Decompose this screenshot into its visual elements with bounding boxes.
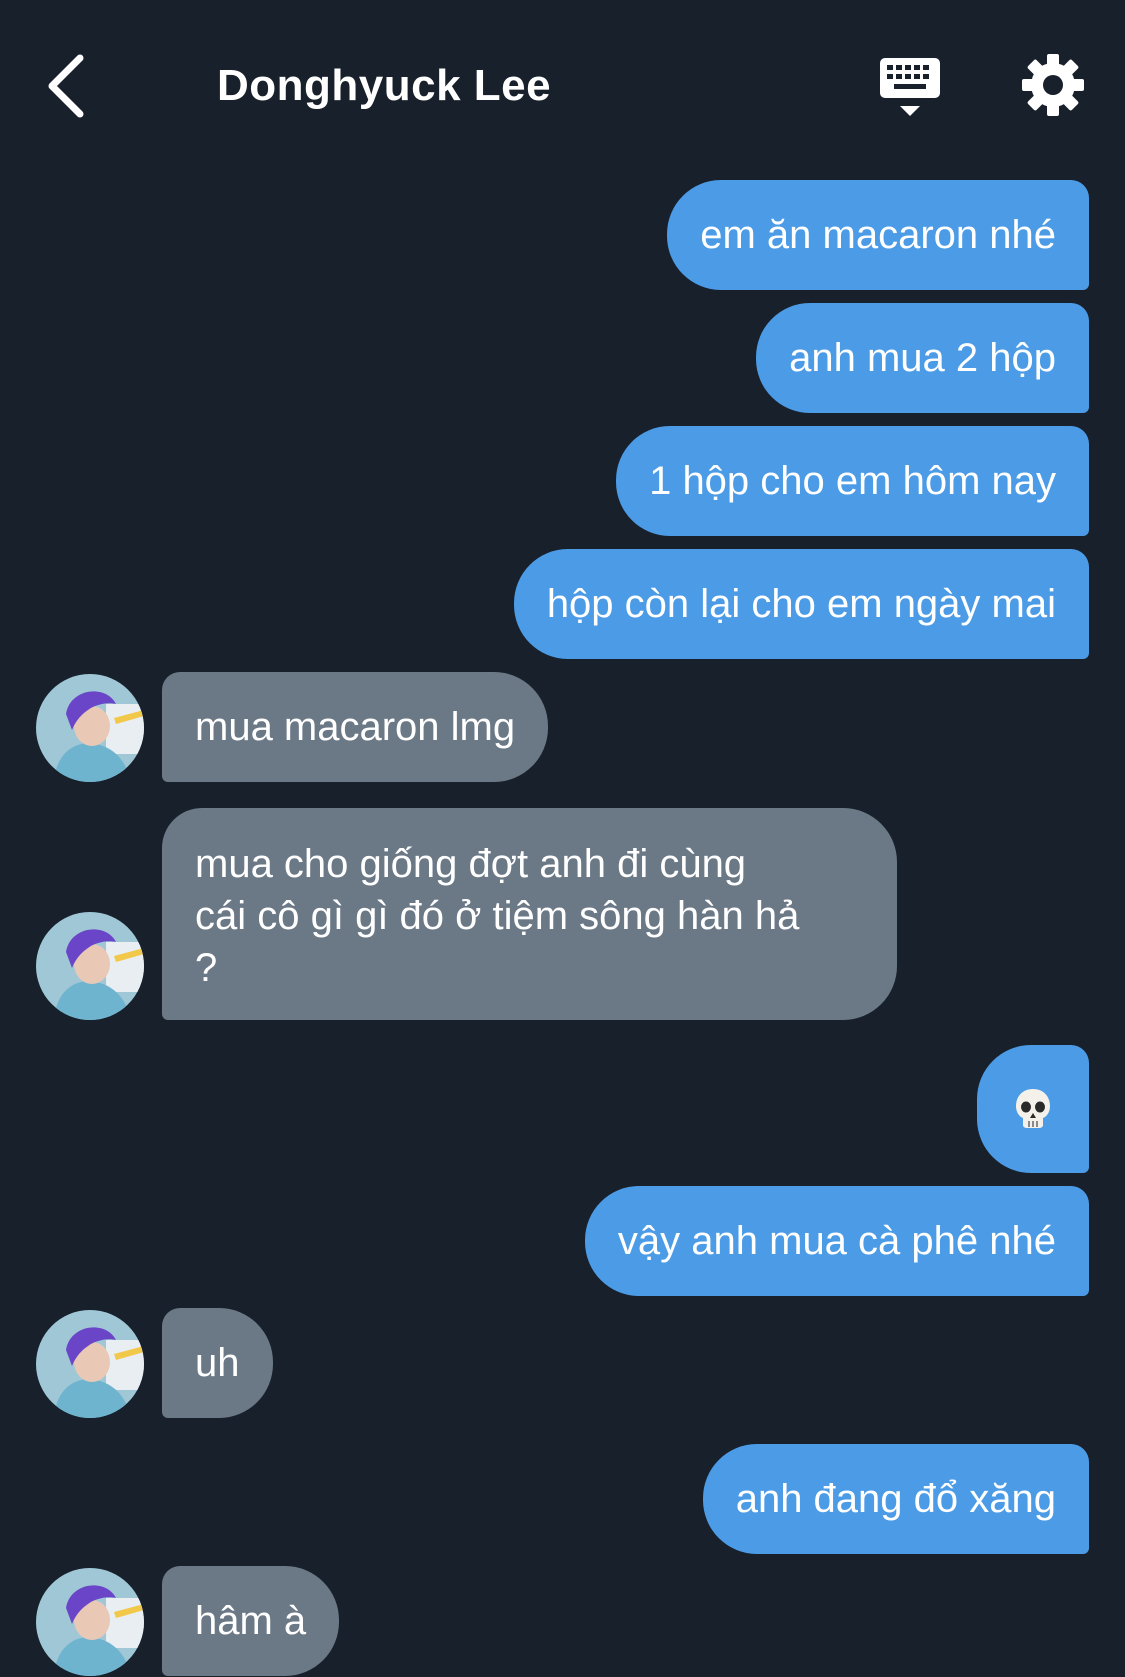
message-text: hâm à <box>195 1599 307 1643</box>
chat-header: Donghyuck Lee <box>0 0 1125 170</box>
received-message[interactable]: hâm à <box>162 1566 340 1676</box>
keyboard-icon <box>880 58 940 116</box>
received-message[interactable]: mua cho giống đợt anh đi cùng cái cô gì … <box>162 808 897 1020</box>
settings-button[interactable] <box>1020 52 1086 118</box>
message-text: mua macaron lmg <box>195 705 516 749</box>
contact-name: Donghyuck Lee <box>217 61 552 110</box>
message-text: anh đang đổ xăng <box>735 1477 1056 1521</box>
message-text: vậy anh mua cà phê nhé <box>617 1219 1056 1263</box>
message-text: 1 hộp cho em hôm nay <box>649 459 1056 503</box>
avatar-photo <box>36 674 144 782</box>
avatar[interactable] <box>36 1310 144 1418</box>
avatar[interactable] <box>36 912 144 1020</box>
sent-message[interactable]: anh đang đổ xăng <box>702 1444 1089 1554</box>
avatar[interactable] <box>36 1568 144 1676</box>
back-button[interactable] <box>40 50 100 122</box>
avatar-photo <box>36 912 144 1020</box>
received-message[interactable]: uh <box>162 1308 273 1418</box>
message-text: hộp còn lại cho em ngày mai <box>546 582 1056 626</box>
message-line: mua cho giống đợt anh đi cùng <box>195 842 747 886</box>
received-message[interactable]: mua macaron lmg <box>162 672 549 782</box>
message-line: cái cô gì gì đó ở tiệm sông hàn hả <box>195 894 800 938</box>
sent-message[interactable]: hộp còn lại cho em ngày mai <box>513 549 1089 659</box>
avatar[interactable] <box>36 674 144 782</box>
message-text: em ăn macaron nhé <box>700 213 1056 257</box>
sent-message[interactable]: 1 hộp cho em hôm nay <box>616 426 1089 536</box>
sent-message[interactable]: em ăn macaron nhé <box>667 180 1089 290</box>
sent-message[interactable]: vậy anh mua cà phê nhé <box>584 1186 1089 1296</box>
keyboard-button[interactable] <box>878 56 942 120</box>
message-line: ? <box>195 946 218 990</box>
sent-message[interactable]: anh mua 2 hộp <box>756 303 1089 413</box>
message-text: uh <box>195 1341 240 1385</box>
skull-emoji <box>1013 1087 1053 1131</box>
avatar-photo <box>36 1568 144 1676</box>
gear-icon <box>1022 54 1084 116</box>
message-text: anh mua 2 hộp <box>789 336 1056 380</box>
back-chevron-icon <box>48 54 84 118</box>
sent-message[interactable]: 💀 <box>977 1045 1089 1173</box>
avatar-photo <box>36 1310 144 1418</box>
